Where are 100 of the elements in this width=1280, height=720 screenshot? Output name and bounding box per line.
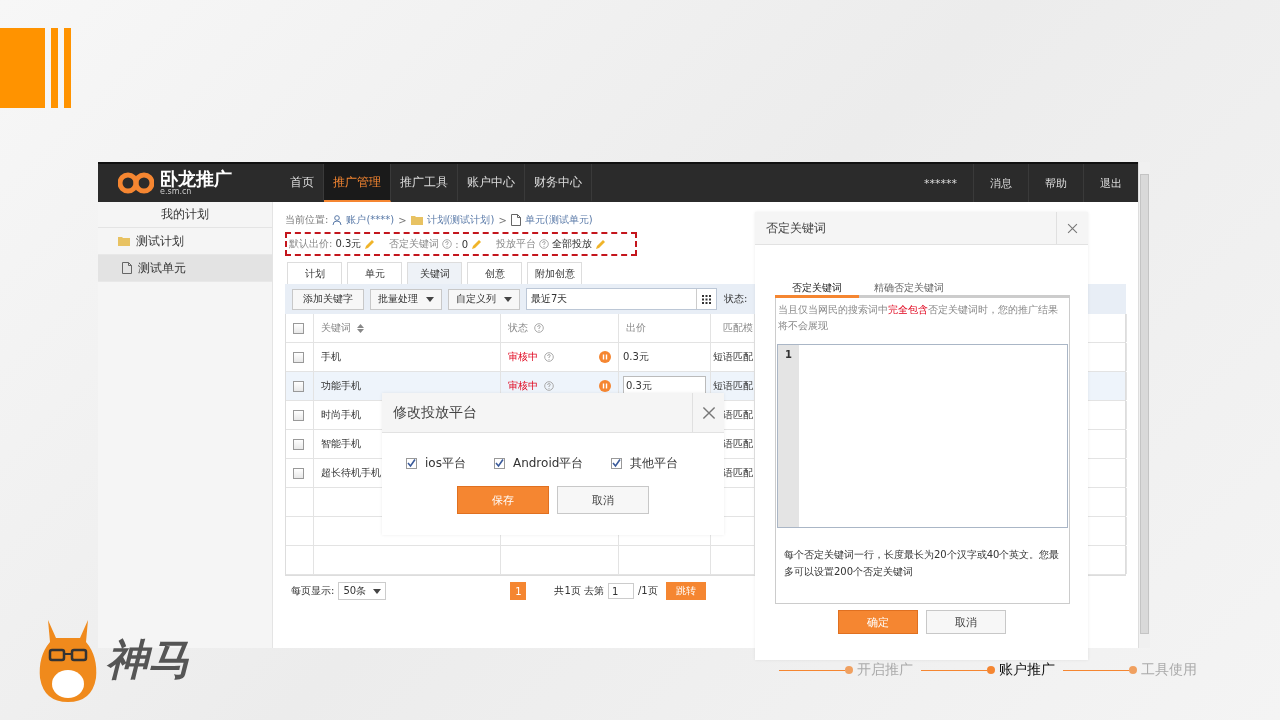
step-label[interactable]: 账户推广 (999, 661, 1055, 679)
breadcrumb-separator: > (498, 214, 507, 226)
breadcrumb-link[interactable]: 单元(测试单元) (524, 213, 593, 227)
breadcrumb-link[interactable]: 计划(测试计划) (426, 213, 495, 227)
match-cell: 语匹配 (723, 408, 753, 422)
help-icon[interactable] (534, 323, 544, 333)
keyword-cell: 超长待机手机 (321, 466, 381, 480)
nav-link[interactable]: 帮助 (1028, 164, 1083, 202)
nav-tab[interactable]: 推广管理 (324, 164, 391, 202)
tab[interactable]: 关键词 (407, 262, 462, 284)
tab[interactable]: 创意 (467, 262, 522, 284)
sidebar-title: 我的计划 (98, 202, 272, 228)
bid-cell: 0.3元 (623, 350, 649, 364)
dropdown-button[interactable]: 批量处理 (370, 288, 442, 310)
row-checkbox[interactable] (293, 409, 304, 421)
row-checkbox[interactable] (293, 351, 304, 363)
status-text: 审核中 (508, 379, 538, 393)
dialog-title: 否定关键词 (765, 219, 827, 237)
page-input[interactable]: 1 (607, 583, 634, 599)
nav-tab[interactable]: 推广工具 (391, 164, 458, 202)
file-icon (122, 262, 132, 274)
date-field[interactable]: 最近7天 (526, 288, 717, 310)
row-checkbox[interactable] (293, 438, 304, 450)
setting-value: 全部投放 (552, 237, 593, 251)
folder-icon (118, 236, 130, 246)
match-cell: 短语匹配 (713, 350, 753, 364)
tab[interactable]: 附加创意 (527, 262, 582, 284)
match-cell: 语匹配 (723, 466, 753, 480)
tab[interactable]: 单元 (347, 262, 402, 284)
close-icon[interactable] (701, 405, 716, 420)
status-text: 审核中 (508, 350, 538, 364)
tab[interactable]: 计划 (287, 262, 342, 284)
user-icon (332, 215, 343, 225)
logo-text: 卧龙推广 (160, 170, 232, 188)
option-label: ios平台 (425, 455, 466, 472)
brand-text: 神马 (106, 634, 190, 686)
match-cell: 语匹配 (723, 437, 753, 451)
keyword-cell: 手机 (321, 350, 341, 364)
pause-icon[interactable] (599, 380, 611, 392)
caret-icon (426, 296, 434, 302)
sidebar-item[interactable]: 测试单元 (98, 255, 272, 282)
option-label: Android平台 (512, 455, 584, 472)
status-label: 状态: (724, 292, 748, 306)
column-header: 匹配模 (723, 321, 753, 335)
close-icon[interactable] (1067, 222, 1078, 234)
page-total: 共1页 去第 (554, 584, 604, 598)
help-icon[interactable] (442, 239, 453, 249)
grid-icon[interactable] (702, 294, 711, 304)
help-icon[interactable] (539, 239, 550, 249)
platform-checkbox[interactable] (611, 458, 623, 469)
cancel-button[interactable]: 取消 (557, 486, 649, 514)
caret-icon (504, 296, 512, 302)
add-button[interactable]: 添加关键字 (292, 288, 364, 310)
nav-tab[interactable]: 账户中心 (458, 164, 525, 202)
help-icon[interactable] (544, 381, 554, 391)
setting-colon: : (455, 238, 459, 250)
dialog-tab[interactable]: 否定关键词 (775, 280, 859, 298)
keyword-cell: 功能手机 (321, 379, 361, 393)
keyword-cell: 时尚手机 (321, 408, 361, 422)
per-page-label: 每页显示: (291, 584, 335, 598)
option-label: 其他平台 (630, 455, 679, 472)
breadcrumb-separator: > (398, 214, 407, 226)
dropdown-button[interactable]: 自定义列 (448, 288, 520, 310)
per-page-select[interactable]: 50条 (338, 582, 387, 600)
column-header: 关键词 (321, 321, 351, 335)
dialog-tab[interactable]: 精确否定关键词 (859, 280, 959, 298)
page-count: /1页 (637, 584, 658, 598)
sort-icon[interactable] (357, 323, 364, 333)
setting-label: 投放平台 (496, 237, 537, 251)
help-icon[interactable] (544, 352, 554, 362)
match-cell: 短语匹配 (713, 379, 753, 393)
setting-value: 0 (461, 238, 469, 250)
file-icon (510, 214, 521, 226)
logo-subtitle: e.sm.cn (160, 188, 192, 196)
dialog-title: 修改投放平台 (392, 403, 478, 422)
nav-tab[interactable]: 财务中心 (525, 164, 592, 202)
breadcrumb-label: 当前位置: (285, 213, 329, 227)
select-all-checkbox[interactable] (293, 322, 304, 334)
setting-label: 默认出价: (289, 237, 333, 251)
note-text: 每个否定关键词一行，长度最长为20个汉字或40个英文。您最多可以设置200个否定关键词 (783, 548, 1061, 579)
nav-link[interactable]: 消息 (973, 164, 1028, 202)
pencil-icon[interactable] (471, 238, 483, 250)
platform-checkbox[interactable] (493, 458, 505, 469)
pause-icon[interactable] (599, 351, 611, 363)
cancel-button[interactable]: 取消 (925, 610, 1006, 634)
logo-icon (118, 172, 154, 194)
pencil-icon[interactable] (364, 238, 376, 250)
platform-checkbox[interactable] (406, 458, 417, 469)
setting-value: 0.3元 (335, 237, 362, 251)
row-checkbox[interactable] (293, 380, 304, 392)
breadcrumb-link[interactable]: 账户(****) (346, 213, 395, 227)
bid-input[interactable]: 0.3元 (623, 376, 706, 396)
caret-icon (373, 588, 382, 594)
row-checkbox[interactable] (293, 467, 304, 479)
folder-icon (410, 215, 423, 225)
column-header: 状态 (508, 321, 528, 335)
column-header: 出价 (626, 321, 646, 335)
user-name[interactable]: ****** (908, 164, 973, 202)
pencil-icon[interactable] (595, 238, 607, 250)
hint-text: 当且仅当网民的搜索词中完全包含否定关键词时，您的推广结果将不会展现 (777, 303, 1059, 333)
